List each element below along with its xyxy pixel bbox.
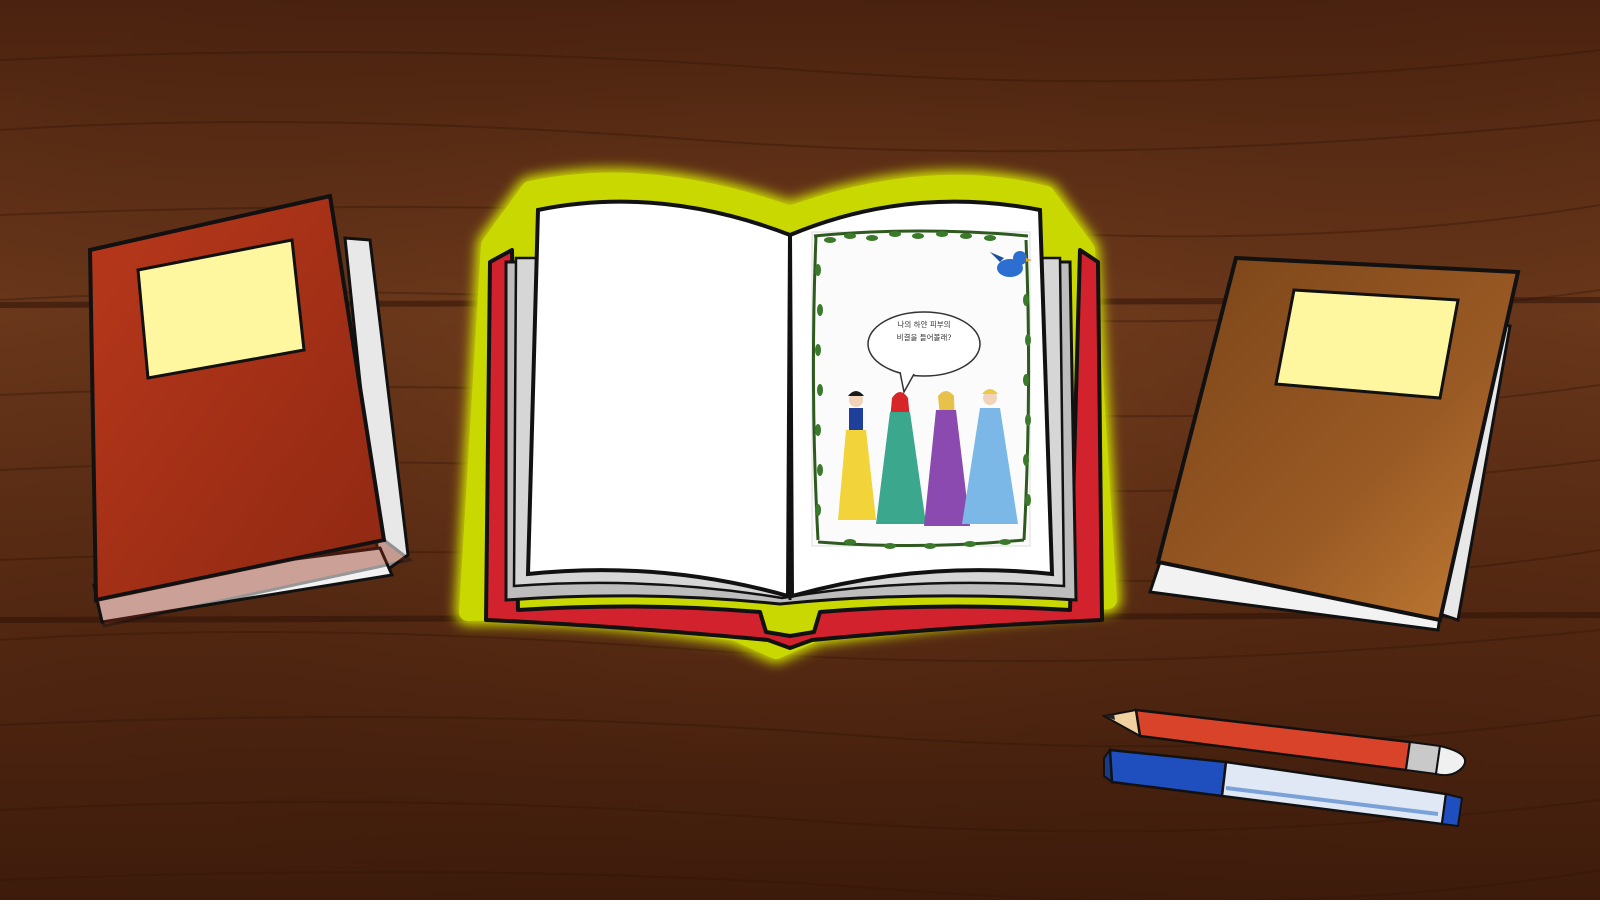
left-page — [525, 199, 793, 599]
left-closed-book[interactable] — [87, 193, 414, 628]
scene-svg — [0, 0, 1600, 903]
speech-bubble-text: 나의 하얀 피부의 비결을 들어볼래? — [896, 320, 952, 342]
right-book-label — [1274, 288, 1460, 400]
game-scene: 나의 하얀 피부의 비결을 들어볼래? — [0, 0, 1600, 903]
right-page-illustration — [811, 229, 1032, 549]
